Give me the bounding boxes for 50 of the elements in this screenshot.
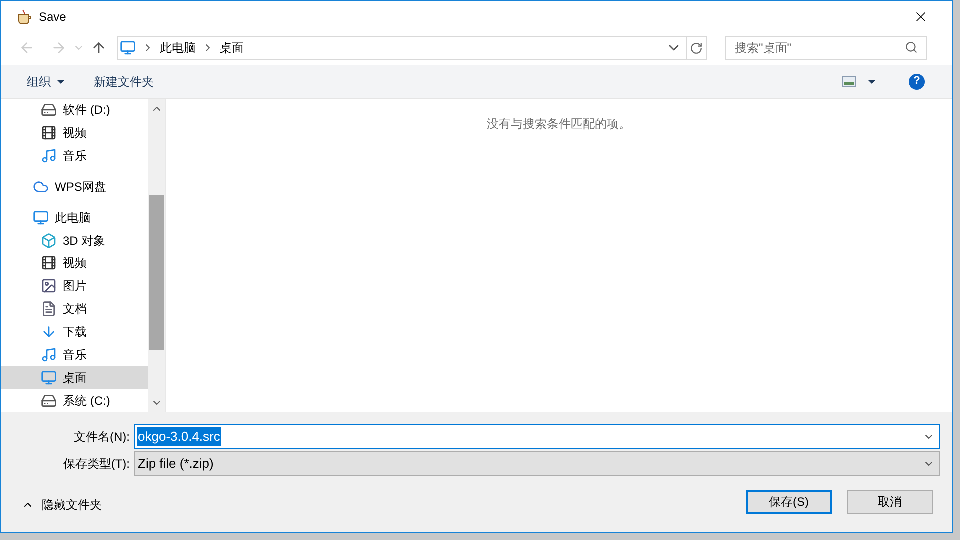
nav-item[interactable]: 视频 xyxy=(1,122,148,145)
desktop-icon xyxy=(120,40,136,56)
drive-icon xyxy=(41,102,57,118)
monitor-icon xyxy=(33,210,49,226)
cancel-button[interactable]: 取消 xyxy=(847,490,933,514)
music-note-icon xyxy=(41,346,57,363)
coffee-cup-icon xyxy=(17,8,33,24)
scrollbar[interactable] xyxy=(148,99,165,412)
search-icon xyxy=(905,41,918,54)
field-label: 文件名(N): xyxy=(73,428,131,446)
nav-item[interactable]: 下载 xyxy=(1,320,148,344)
caret-icon[interactable] xyxy=(868,80,876,84)
desktop-icon xyxy=(41,370,57,386)
drive-icon xyxy=(41,392,57,409)
new-folder-button[interactable]: 新建文件夹 xyxy=(94,72,154,90)
film-icon xyxy=(41,125,57,142)
nav-item[interactable]: 图片 xyxy=(1,274,148,298)
nav-item[interactable]: 音乐 xyxy=(1,343,148,366)
caret-icon xyxy=(57,80,65,84)
nav-item[interactable]: 3D 对象 xyxy=(1,229,148,252)
empty-message: 没有与搜索条件匹配的项。 xyxy=(487,116,631,133)
hide-folders-button[interactable]: 隐藏文件夹 xyxy=(22,496,102,514)
picture-icon xyxy=(41,278,57,294)
film-icon xyxy=(41,255,57,272)
up-icon[interactable] xyxy=(91,40,107,56)
file-type-dropdown[interactable]: Zip file (*.zip) xyxy=(134,451,940,476)
breadcrumb[interactable]: 桌面 xyxy=(220,39,244,57)
view-icon[interactable] xyxy=(842,76,856,87)
nav-item[interactable]: 此电脑 xyxy=(1,206,148,230)
nav-item[interactable]: 桌面 xyxy=(1,366,148,390)
cube-icon xyxy=(41,232,57,249)
refresh-icon[interactable] xyxy=(690,42,703,54)
nav-item[interactable]: 软件 (D:) xyxy=(1,99,148,122)
search-field[interactable]: 搜索"桌面" xyxy=(725,36,927,60)
nav-item[interactable]: 音乐 xyxy=(1,144,148,168)
nav-item[interactable]: 视频 xyxy=(1,252,148,275)
nav-item[interactable]: 文档 xyxy=(1,298,148,321)
window-title: Save xyxy=(39,8,66,26)
cloud-icon xyxy=(33,178,49,195)
help-icon[interactable]: ? xyxy=(909,74,925,90)
filename-field[interactable]: okgo-3.0.4.src xyxy=(134,424,940,449)
organize-button[interactable]: 组织 xyxy=(27,72,65,90)
breadcrumb[interactable]: 此电脑 xyxy=(160,39,196,57)
nav-item[interactable]: WPS网盘 xyxy=(1,176,148,198)
music-note-icon xyxy=(41,148,57,164)
field-label: 保存类型(T): xyxy=(62,456,131,472)
address-bar[interactable]: 此电脑 桌面 xyxy=(117,36,707,60)
document-icon xyxy=(41,301,57,318)
save-button[interactable]: 保存(S) xyxy=(746,490,832,514)
nav-item[interactable]: 系统 (C:) xyxy=(1,389,148,412)
